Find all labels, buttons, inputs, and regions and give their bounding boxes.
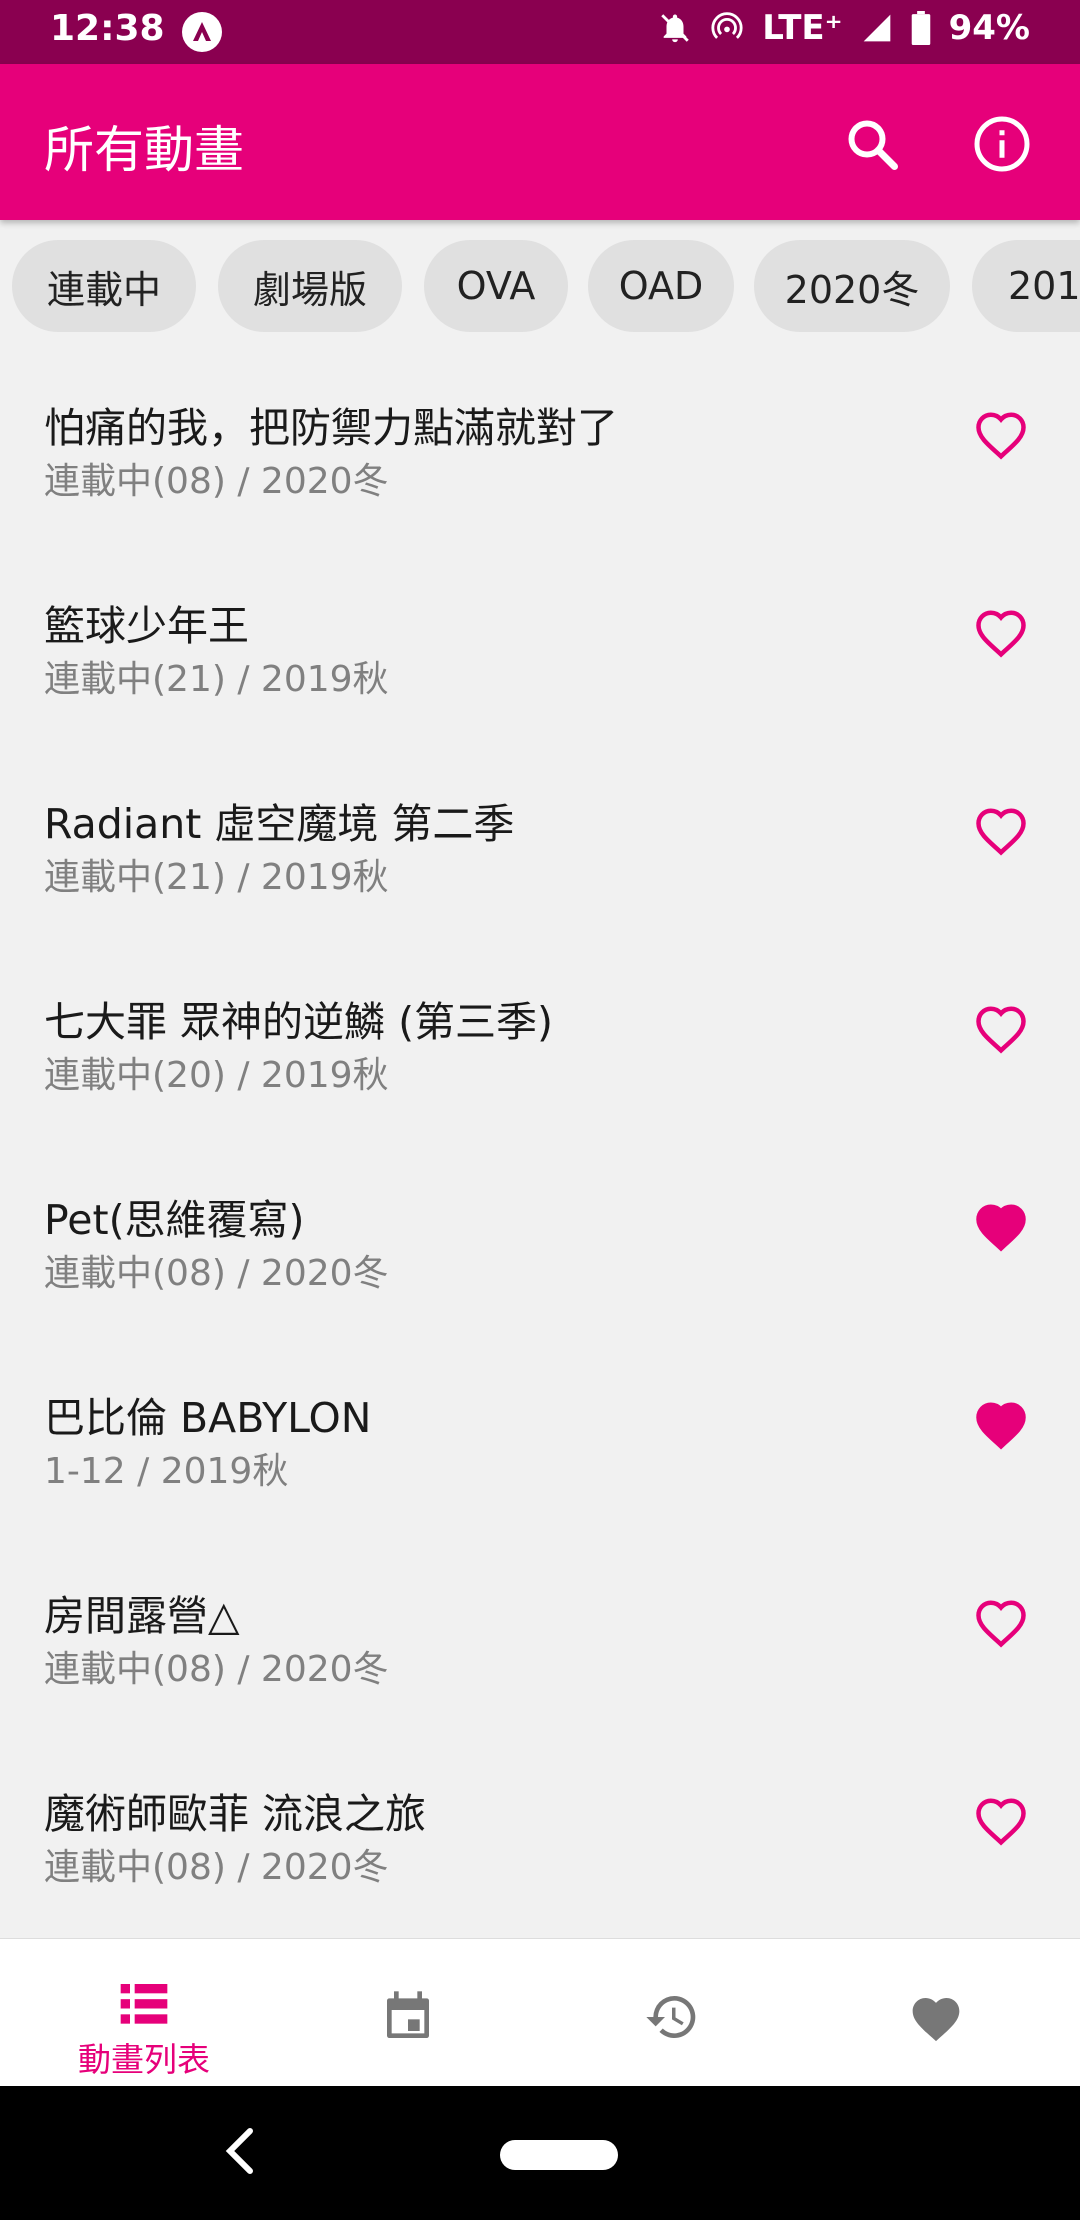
history-icon <box>646 1996 696 2038</box>
battery-level: 94% <box>948 8 1030 48</box>
anime-subtitle: 連載中(08) / 2020冬 <box>44 1253 389 1294</box>
heart-icon <box>912 1998 960 2042</box>
nav-favorites[interactable] <box>801 1939 1071 2087</box>
nav-history[interactable] <box>537 1939 807 2087</box>
anime-title: 七大罪 眾神的逆鱗 (第三季) <box>44 998 554 1046</box>
list-icon <box>120 1984 168 2024</box>
anime-subtitle: 連載中(08) / 2020冬 <box>44 1847 389 1888</box>
list-item[interactable]: 房間露營△ 連載中(08) / 2020冬 <box>0 1528 1080 1726</box>
signal-icon <box>863 14 890 42</box>
chip-2019[interactable]: 2019 <box>972 240 1080 332</box>
bell-off-icon <box>661 14 689 43</box>
list-item[interactable]: Pet(思維覆寫) 連載中(08) / 2020冬 <box>0 1132 1080 1330</box>
chip-oad[interactable]: OAD <box>588 240 734 332</box>
heart-filled-icon[interactable] <box>974 1202 1028 1252</box>
list-item[interactable]: 七大罪 眾神的逆鱗 (第三季) 連載中(20) / 2019秋 <box>0 934 1080 1132</box>
nav-label: 動畫列表 <box>78 2040 210 2079</box>
heart-outline-icon[interactable] <box>974 1598 1028 1648</box>
info-icon[interactable] <box>972 114 1032 174</box>
heart-outline-icon[interactable] <box>974 410 1028 460</box>
heart-outline-icon[interactable] <box>974 1796 1028 1846</box>
status-bar: 12:38 LTE⁺ 94% <box>0 0 1080 64</box>
anime-title: 魔術師歐菲 流浪之旅 <box>44 1790 427 1838</box>
anime-title: Radiant 虛空魔境 第二季 <box>44 800 515 848</box>
heart-outline-icon[interactable] <box>974 608 1028 658</box>
page-title: 所有動畫 <box>44 121 244 179</box>
heart-filled-icon[interactable] <box>974 1400 1028 1450</box>
anime-title: 房間露營△ <box>44 1592 240 1640</box>
list-item[interactable]: 籃球少年王 連載中(21) / 2019秋 <box>0 538 1080 736</box>
chip-movie[interactable]: 劇場版 <box>218 240 402 332</box>
anime-title: 籃球少年王 <box>44 602 249 650</box>
search-icon[interactable] <box>842 114 902 174</box>
list-item[interactable]: 魔術師歐菲 流浪之旅 連載中(08) / 2020冬 <box>0 1726 1080 1924</box>
heart-outline-icon[interactable] <box>974 1004 1028 1054</box>
battery-icon <box>911 11 930 45</box>
nav-schedule[interactable] <box>273 1939 543 2087</box>
heart-outline-icon[interactable] <box>974 806 1028 856</box>
anime-subtitle: 連載中(21) / 2019秋 <box>44 659 389 700</box>
app-bar: 所有動畫 <box>0 64 1080 220</box>
filter-chip-row: 連載中 劇場版 OVA OAD 2020冬 2019 <box>0 240 1080 334</box>
home-button[interactable] <box>500 2140 618 2170</box>
anime-title: 怕痛的我，把防禦力點滿就對了 <box>44 404 618 452</box>
anime-subtitle: 連載中(20) / 2019秋 <box>44 1055 389 1096</box>
chip-airing[interactable]: 連載中 <box>12 240 196 332</box>
chip-2020-winter[interactable]: 2020冬 <box>754 240 950 332</box>
app-logo-icon <box>182 12 222 52</box>
anime-title: Pet(思維覆寫) <box>44 1196 305 1244</box>
network-type: LTE⁺ <box>762 8 843 48</box>
chip-ova[interactable]: OVA <box>424 240 568 332</box>
calendar-icon <box>387 1991 429 2038</box>
anime-subtitle: 連載中(21) / 2019秋 <box>44 857 389 898</box>
status-icons: LTE⁺ 94% <box>658 8 1030 48</box>
list-item[interactable]: 怕痛的我，把防禦力點滿就對了 連載中(08) / 2020冬 <box>0 340 1080 538</box>
nav-anime-list[interactable]: 動畫列表 <box>9 1939 279 2087</box>
anime-subtitle: 連載中(08) / 2020冬 <box>44 1649 389 1690</box>
anime-title: 巴比倫 BABYLON <box>44 1394 372 1442</box>
system-navigation-bar <box>0 2086 1080 2220</box>
status-time: 12:38 <box>50 8 165 49</box>
bottom-navigation: 動畫列表 <box>0 1938 1080 2087</box>
anime-subtitle: 1-12 / 2019秋 <box>44 1451 289 1492</box>
anime-subtitle: 連載中(08) / 2020冬 <box>44 461 389 502</box>
hotspot-icon <box>711 12 743 39</box>
list-item[interactable]: 巴比倫 BABYLON 1-12 / 2019秋 <box>0 1330 1080 1528</box>
back-icon[interactable] <box>222 2126 258 2176</box>
list-item[interactable]: Radiant 虛空魔境 第二季 連載中(21) / 2019秋 <box>0 736 1080 934</box>
